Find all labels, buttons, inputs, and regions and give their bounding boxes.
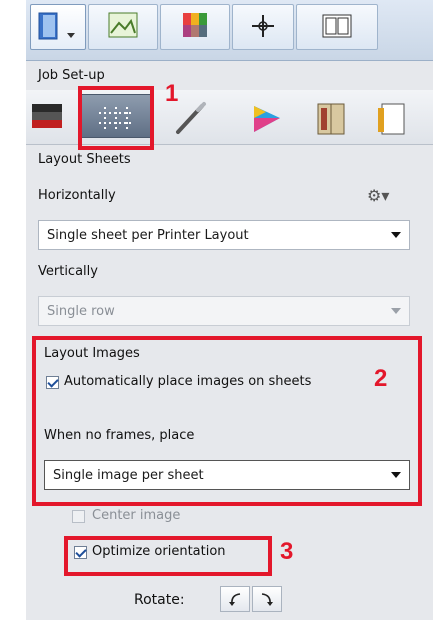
layout-images-title: Layout Images (44, 346, 140, 361)
layout-grid-icon (99, 107, 133, 129)
rotate-left-button[interactable] (220, 586, 250, 612)
horizontally-label: Horizontally (38, 188, 116, 203)
rotate-label: Rotate: (134, 592, 185, 608)
no-frames-select[interactable]: Single image per sheet (44, 460, 410, 490)
tab-layout[interactable] (296, 4, 378, 50)
horizontally-select[interactable]: Single sheet per Printer Layout (38, 220, 410, 250)
vertically-value: Single row (47, 303, 115, 319)
vertically-select[interactable]: Single row (38, 296, 410, 326)
document-icon[interactable] (370, 98, 410, 138)
book-icon (38, 12, 75, 40)
annotation-number-1: 1 (165, 80, 179, 107)
book-icon[interactable] (310, 98, 354, 138)
auto-place-label: Automatically place images on sheets (64, 374, 312, 389)
top-tab-bar (26, 0, 433, 61)
center-image-checkbox[interactable] (72, 510, 85, 523)
rotate-right-button[interactable] (252, 586, 282, 612)
annotation-number-2: 2 (374, 365, 388, 392)
chevron-down-icon (391, 308, 401, 314)
printer-icon[interactable] (28, 98, 68, 136)
tab-color-swatches[interactable] (160, 4, 230, 50)
center-image-label: Center image (92, 508, 181, 523)
tab-crosshair[interactable] (232, 4, 294, 50)
no-frames-value: Single image per sheet (53, 467, 204, 483)
layout-grid-tab[interactable] (78, 94, 152, 138)
vertically-label: Vertically (38, 264, 98, 279)
no-frames-label: When no frames, place (44, 428, 195, 443)
image-frame-icon (108, 12, 138, 38)
color-triangle-icon[interactable] (244, 98, 288, 138)
annotation-number-3: 3 (280, 538, 294, 565)
chevron-down-icon (391, 472, 401, 478)
auto-place-checkbox[interactable] (46, 376, 59, 389)
panel-heading: Job Set-up (38, 68, 105, 83)
optimize-orientation-checkbox[interactable] (74, 546, 87, 559)
layout-icon (322, 14, 352, 38)
tab-book[interactable] (30, 4, 86, 50)
tab-image-frame[interactable] (88, 4, 158, 50)
layout-sheets-title: Layout Sheets (38, 152, 131, 167)
horizontally-value: Single sheet per Printer Layout (47, 227, 249, 243)
rotate-right-icon (261, 593, 273, 606)
job-icon-toolbar (26, 90, 433, 145)
gear-icon[interactable]: ⚙▾ (367, 186, 389, 205)
color-swatches-icon (183, 13, 207, 37)
crosshair-icon (252, 15, 274, 37)
rotate-left-icon (229, 593, 241, 606)
optimize-orientation-label: Optimize orientation (92, 544, 226, 559)
chevron-down-icon (391, 232, 401, 238)
